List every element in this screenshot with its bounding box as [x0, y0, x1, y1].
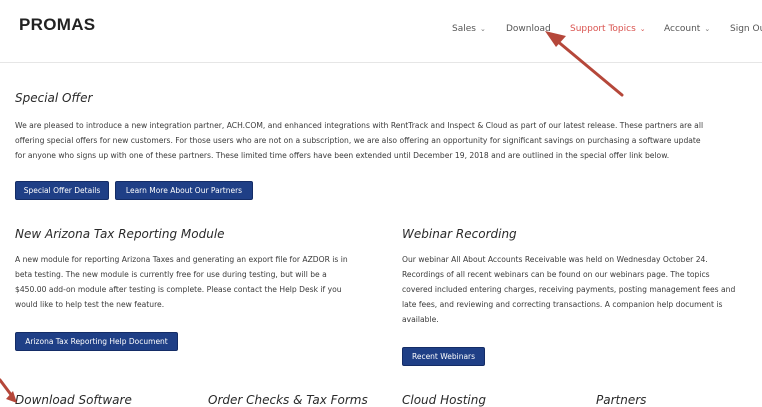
nav-account[interactable]: Account ⌄ — [664, 24, 710, 34]
arizona-text: A new module for reporting Arizona Taxes… — [15, 252, 390, 312]
webinar-heading: Webinar Recording — [402, 227, 517, 241]
recent-webinars-button[interactable]: Recent Webinars — [402, 347, 485, 366]
webinar-text: Our webinar All About Accounts Receivabl… — [402, 252, 762, 327]
text-line: Recordings of all recent webinars can be… — [402, 270, 710, 279]
site-logo[interactable]: PROMAS — [19, 15, 95, 35]
text-line: for anyone who signs up with one of thes… — [15, 151, 670, 160]
special-offer-details-button[interactable]: Special Offer Details — [15, 181, 109, 200]
chevron-down-icon: ⌄ — [704, 25, 711, 33]
text-line: beta testing. The new module is currentl… — [15, 270, 327, 279]
nav-label: Account — [664, 24, 701, 34]
arizona-heading: New Arizona Tax Reporting Module — [15, 227, 225, 241]
site-header: PROMAS Sales ⌄ Download Support Topics ⌄ A… — [0, 0, 762, 63]
nav-label: Sales — [452, 24, 476, 34]
nav-label: Sign Out — [730, 24, 762, 34]
nav-label: Support Topics — [570, 24, 636, 34]
text-line: We are pleased to introduce a new integr… — [15, 121, 704, 130]
nav-support-topics[interactable]: Support Topics ⌄ — [570, 24, 646, 34]
text-line: $450.00 add-on module after testing is c… — [15, 285, 342, 294]
nav-download[interactable]: Download — [506, 24, 551, 34]
arrow-icon — [0, 378, 14, 398]
arizona-help-document-button[interactable]: Arizona Tax Reporting Help Document — [15, 332, 178, 351]
chevron-down-icon: ⌄ — [479, 25, 486, 33]
text-line: Our webinar All About Accounts Receivabl… — [402, 255, 708, 264]
text-line: covered included entering charges, recei… — [402, 285, 736, 294]
chevron-down-icon: ⌄ — [639, 25, 646, 33]
special-offer-text: We are pleased to introduce a new integr… — [15, 118, 762, 163]
nav-label: Download — [506, 24, 551, 34]
text-line: late fees, and reviewing and correcting … — [402, 300, 723, 309]
text-line: offering special offers for new customer… — [15, 136, 701, 145]
special-offer-heading: Special Offer — [15, 91, 93, 105]
text-line: would like to help test the new feature. — [15, 300, 165, 309]
text-line: available. — [402, 315, 439, 324]
nav-sign-out[interactable]: Sign Out — [730, 24, 762, 34]
nav-sales[interactable]: Sales ⌄ — [452, 24, 486, 34]
learn-more-partners-button[interactable]: Learn More About Our Partners — [115, 181, 253, 200]
text-line: A new module for reporting Arizona Taxes… — [15, 255, 348, 264]
